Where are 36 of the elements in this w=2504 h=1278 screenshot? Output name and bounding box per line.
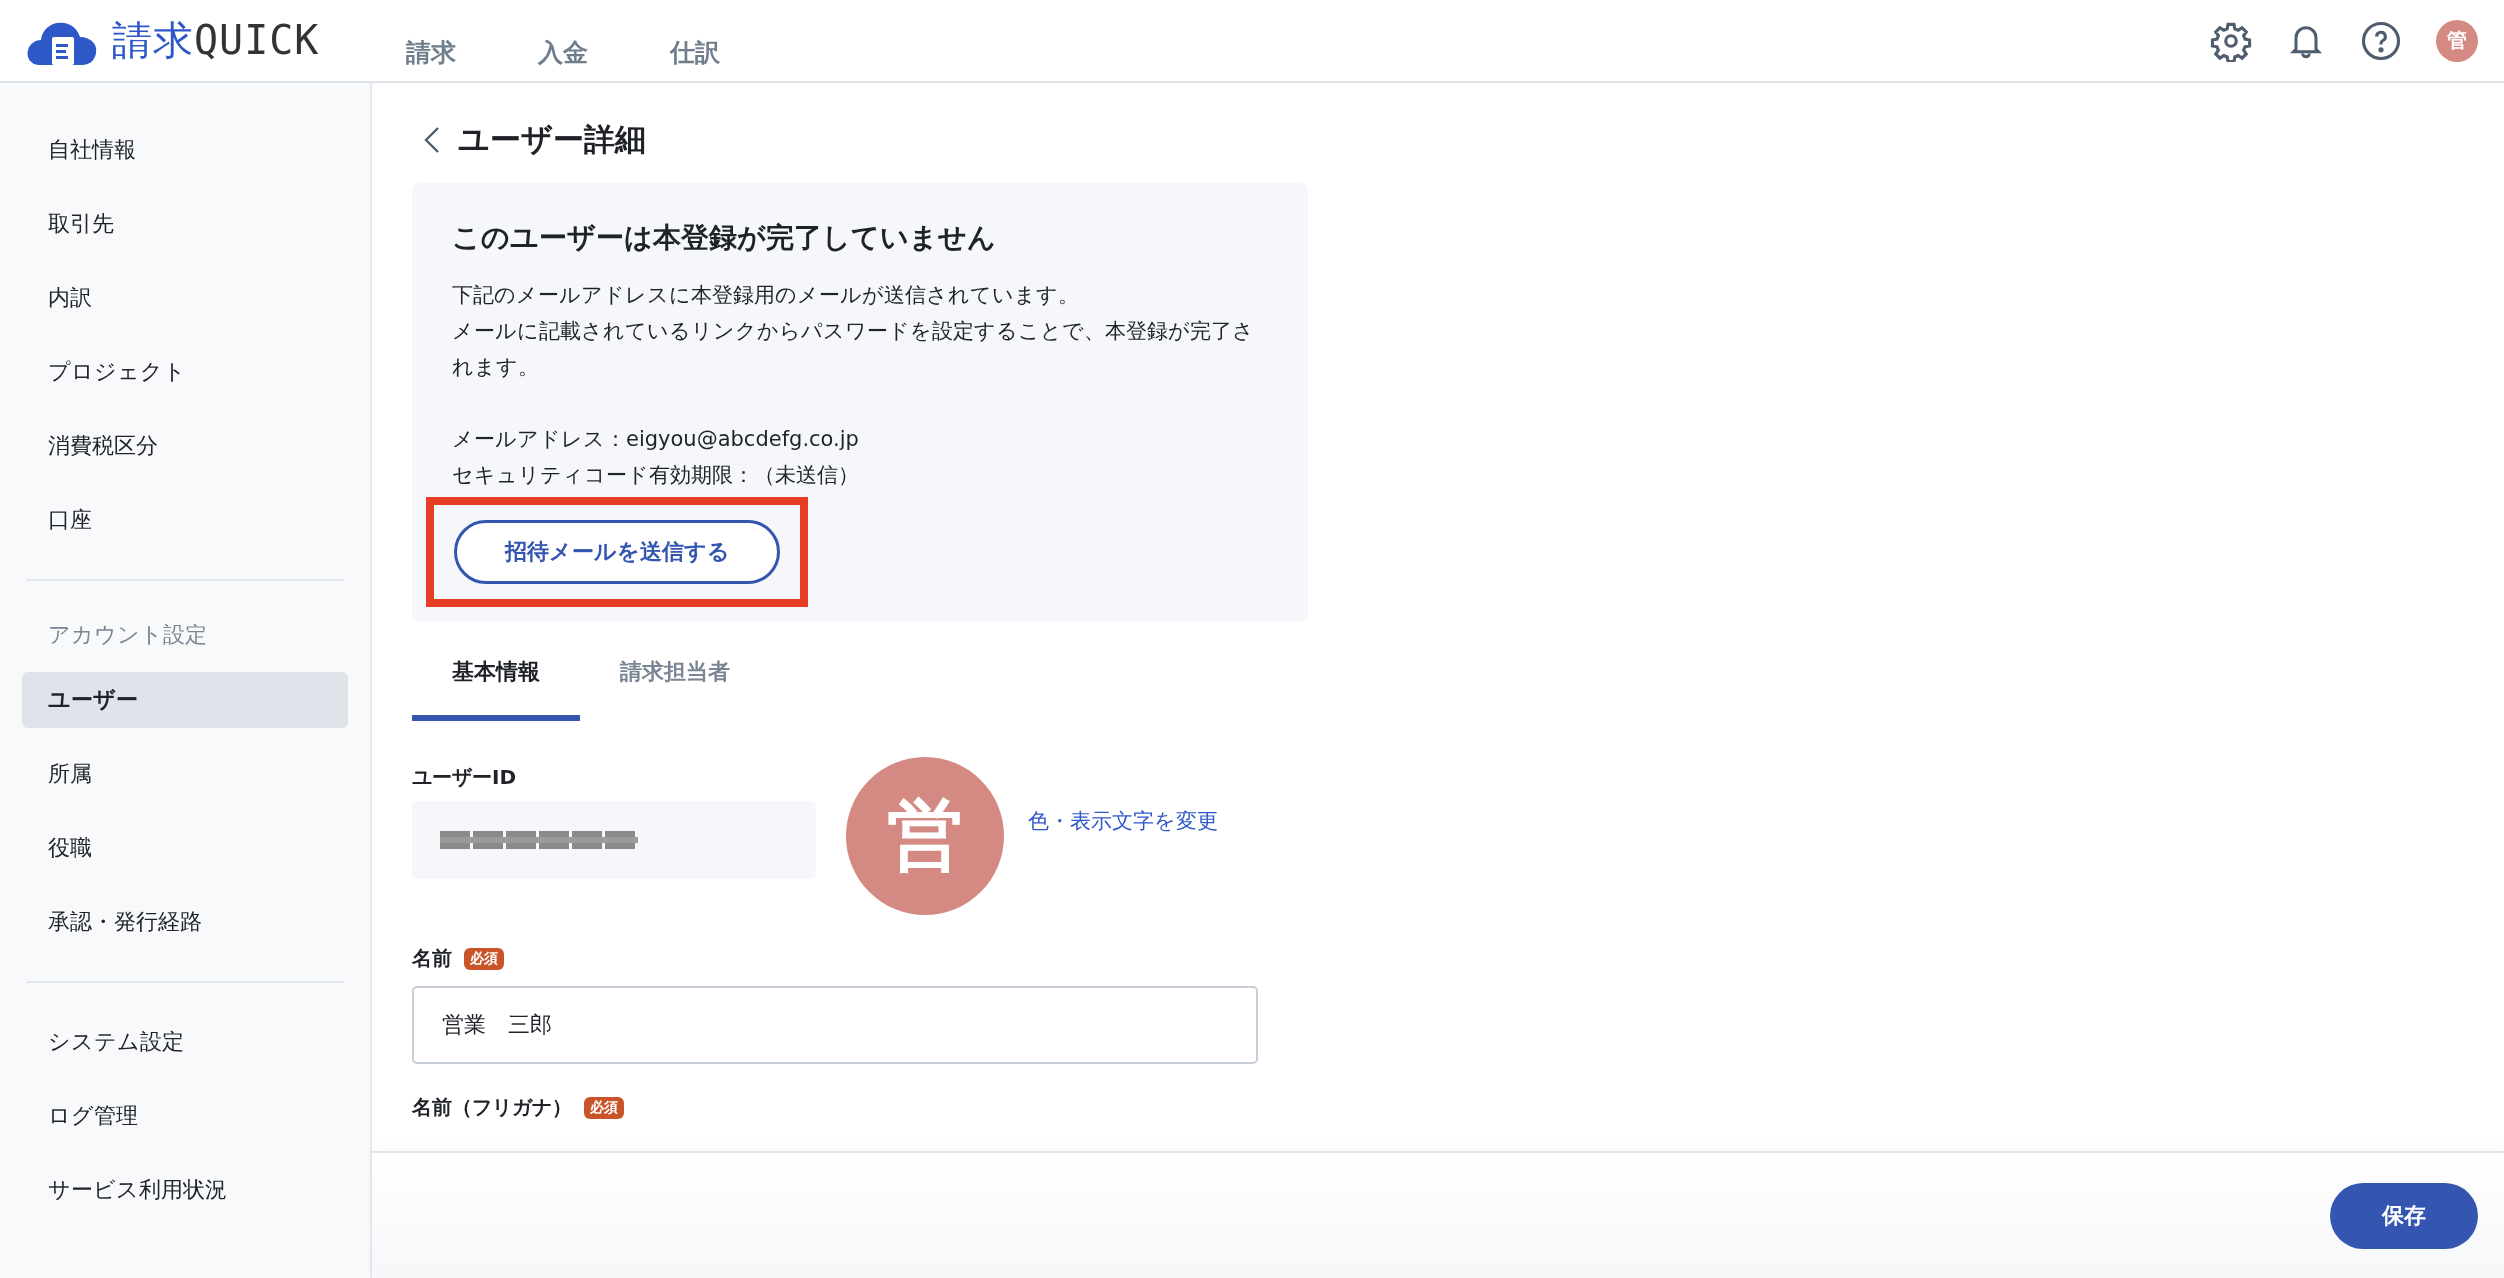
sidebar-item[interactable]: 承認・発行経路: [22, 894, 348, 950]
help-icon[interactable]: [2360, 19, 2402, 62]
required-badge: 必須: [464, 947, 504, 970]
send-invite-button[interactable]: 招待メールを送信する: [454, 520, 780, 584]
sidebar-item[interactable]: ログ管理: [22, 1088, 348, 1144]
required-badge: 必須: [584, 1096, 624, 1119]
sidebar-item[interactable]: 所属: [22, 746, 348, 802]
nav-tab[interactable]: 仕訳: [670, 36, 720, 69]
save-button[interactable]: 保存: [2330, 1182, 2478, 1249]
sidebar-item[interactable]: 消費税区分: [22, 418, 348, 474]
sidebar-item[interactable]: 自社情報: [22, 122, 348, 178]
sidebar-item[interactable]: システム設定: [22, 1014, 348, 1070]
nav-tab[interactable]: 入金: [538, 36, 588, 69]
sidebar-item[interactable]: ユーザー: [22, 672, 348, 728]
sidebar-item[interactable]: プロジェクト: [22, 344, 348, 400]
sidebar-item[interactable]: 内訳: [22, 270, 348, 326]
back-chevron-icon[interactable]: [424, 125, 440, 155]
sidebar-item[interactable]: 役職: [22, 820, 348, 876]
page-title: ユーザー詳細: [458, 120, 646, 159]
nav-tab[interactable]: 請求: [406, 36, 456, 69]
section-heading: アカウント設定: [47, 621, 208, 649]
field-label: ユーザーID: [412, 763, 518, 791]
sidebar-item[interactable]: 口座: [22, 492, 348, 548]
tab[interactable]: 請求担当者: [580, 635, 770, 721]
tab[interactable]: 基本情報: [412, 635, 580, 721]
change-avatar-link[interactable]: 色・表示文字を変更: [1028, 807, 1218, 835]
notice-message: 下記のメールアドレスに本登録用のメールが送信されています。 メールに記載されているリンクからパスワードを設定することで、本登録が完了されます。: [452, 282, 1255, 381]
notice-details: メールアドレス：eigyou@abcdefg.co.jp セキュリティコード有効期限：（未送信）: [452, 426, 860, 489]
name-input-field[interactable]: 営業 三郎: [412, 986, 1258, 1064]
user-avatar: 営: [846, 757, 1004, 915]
sidebar-item[interactable]: サービス利用状況: [22, 1162, 348, 1218]
sidebar-item[interactable]: 取引先: [22, 196, 348, 252]
notice-title: このユーザーは本登録が完了していません: [452, 220, 997, 256]
field-label: 名前（フリガナ）: [412, 1094, 572, 1121]
logo-text: 請求QUICK: [112, 16, 320, 65]
field-label: 名前: [412, 945, 452, 972]
